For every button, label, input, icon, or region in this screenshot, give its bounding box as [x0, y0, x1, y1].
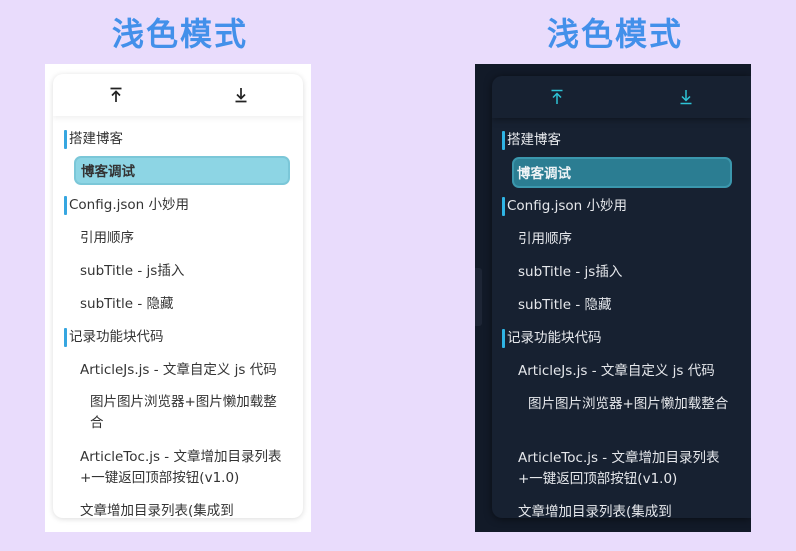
- toc-panel-dark: 搭建博客 博客调试 Config.json 小妙用 引用顺序 subTitle …: [492, 76, 751, 518]
- toc-item-articlejs[interactable]: ArticleJs.js - 文章自定义 js 代码: [80, 360, 277, 381]
- scroll-bottom-button[interactable]: [178, 74, 303, 116]
- toc-item-image-viewer[interactable]: 图片图片浏览器+图片懒加载整合: [528, 394, 733, 415]
- light-mode-heading: 浅色模式: [111, 15, 248, 53]
- arrow-up-to-top-icon: [551, 89, 563, 104]
- toc-item-articlejs[interactable]: ArticleJs.js - 文章自定义 js 代码: [518, 361, 715, 382]
- dark-mode-preview: 搭建博客 博客调试 Config.json 小妙用 引用顺序 subTitle …: [475, 64, 751, 532]
- toc-item-config-json[interactable]: Config.json 小妙用: [502, 196, 627, 217]
- toc-item-reference-order[interactable]: 引用顺序: [80, 228, 134, 249]
- toc-item-integrated-toc[interactable]: 文章增加目录列表(集成到: [80, 501, 234, 518]
- arrow-down-to-bottom-icon: [235, 88, 246, 103]
- toc-panel-light: 搭建博客 博客调试 Config.json 小妙用 引用顺序 subTitle …: [53, 74, 303, 518]
- scroll-top-button[interactable]: [53, 74, 178, 116]
- scroll-bottom-button[interactable]: [622, 76, 752, 118]
- toc-toolbar: [492, 76, 751, 118]
- light-mode-preview: 搭建博客 博客调试 Config.json 小妙用 引用顺序 subTitle …: [45, 64, 311, 532]
- toc-item-record-code[interactable]: 记录功能块代码: [64, 327, 164, 348]
- toc-item-subtitle-js[interactable]: subTitle - js插入: [518, 262, 622, 283]
- toc-toolbar: [53, 74, 303, 116]
- toc-item-articletoc[interactable]: ArticleToc.js - 文章增加目录列表+一键返回顶部按钮(v1.0): [80, 447, 295, 489]
- toc-item-config-json[interactable]: Config.json 小妙用: [64, 195, 189, 216]
- toc-item-image-viewer[interactable]: 图片图片浏览器+图片懒加载整合: [90, 392, 290, 434]
- scroll-top-button[interactable]: [492, 76, 622, 118]
- toc-item-subtitle-js[interactable]: subTitle - js插入: [80, 261, 184, 282]
- arrow-down-to-bottom-icon: [680, 90, 692, 105]
- arrow-up-to-top-icon: [110, 87, 121, 102]
- toc-item-build-blog[interactable]: 搭建博客: [502, 130, 561, 151]
- side-tab[interactable]: [475, 268, 482, 326]
- toc-item-integrated-toc[interactable]: 文章增加目录列表(集成到: [518, 502, 672, 518]
- toc-item-build-blog[interactable]: 搭建博客: [64, 129, 123, 150]
- toc-item-blog-debug[interactable]: 博客调试: [512, 157, 732, 188]
- toc-item-subtitle-hide[interactable]: subTitle - 隐藏: [518, 295, 612, 316]
- toc-item-articletoc[interactable]: ArticleToc.js - 文章增加目录列表+一键返回顶部按钮(v1.0): [518, 448, 740, 490]
- toc-item-blog-debug[interactable]: 博客调试: [74, 156, 290, 185]
- toc-item-subtitle-hide[interactable]: subTitle - 隐藏: [80, 294, 174, 315]
- toc-item-reference-order[interactable]: 引用顺序: [518, 229, 572, 250]
- toc-item-record-code[interactable]: 记录功能块代码: [502, 328, 602, 349]
- dark-mode-heading: 浅色模式: [546, 15, 683, 53]
